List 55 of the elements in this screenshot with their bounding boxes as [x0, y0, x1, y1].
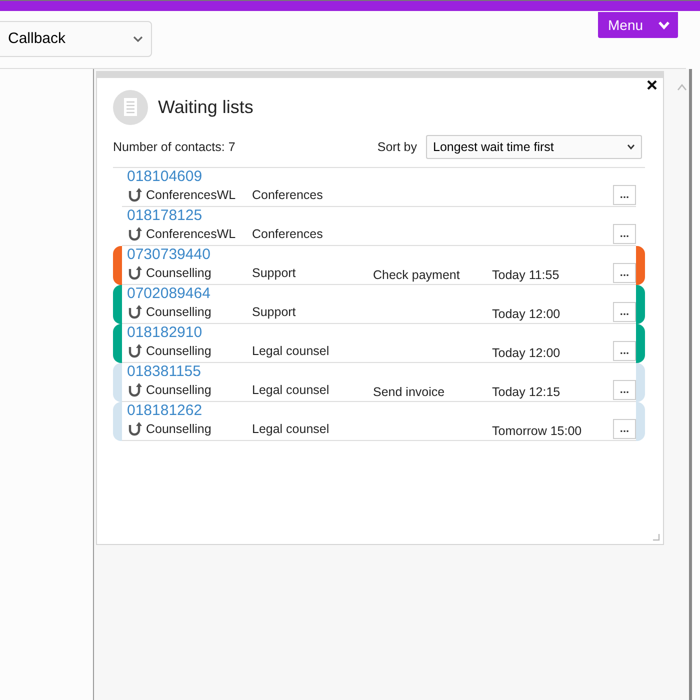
queue-name: ConferencesWL	[146, 226, 237, 243]
category-text: Support	[252, 264, 297, 282]
category-text: Legal counsel	[252, 342, 330, 360]
chevron-down-icon	[133, 36, 143, 42]
chevron-down-icon	[627, 144, 635, 150]
return-arrow-icon	[127, 383, 142, 397]
time-text: Today 12:15	[492, 384, 560, 401]
more-button[interactable]: ...	[613, 380, 636, 400]
close-button[interactable]	[647, 80, 657, 90]
category-text: Legal counsel	[252, 420, 330, 438]
return-arrow-icon	[127, 266, 142, 280]
more-button[interactable]: ...	[613, 419, 636, 439]
queue-name: Counselling	[146, 342, 212, 360]
resize-grip-icon	[653, 534, 660, 541]
panel-title: Waiting lists	[158, 96, 254, 119]
contact-number-link[interactable]: 018178125	[127, 207, 202, 225]
contact-number-link[interactable]: 018181262	[127, 402, 202, 420]
return-arrow-icon	[127, 422, 142, 436]
contact-number-link[interactable]: 018104609	[127, 168, 202, 186]
time-text: Tomorrow 15:00	[492, 423, 582, 440]
document-icon	[113, 90, 148, 125]
return-arrow-icon	[127, 188, 142, 202]
category-text: Conferences	[252, 226, 324, 243]
chevron-down-icon	[658, 20, 670, 30]
return-arrow-icon	[127, 344, 142, 358]
time-text: Today 11:55	[492, 267, 560, 284]
menu-button[interactable]: Menu	[598, 12, 678, 38]
contact-count: Number of contacts: 7	[113, 138, 236, 156]
more-button[interactable]: ...	[613, 224, 636, 244]
more-button[interactable]: ...	[613, 263, 636, 283]
queue-name: Counselling	[146, 382, 212, 399]
sort-label: Sort by	[377, 138, 417, 156]
note-text: Check payment	[373, 267, 460, 284]
category-text: Support	[252, 304, 297, 321]
time-text: Today 12:00	[492, 345, 560, 362]
close-icon	[647, 80, 657, 90]
category-text: Legal counsel	[252, 382, 330, 399]
contact-number-link[interactable]: 0702089464	[127, 285, 210, 303]
more-button[interactable]: ...	[613, 185, 636, 205]
contact-number-link[interactable]: 018381155	[127, 363, 201, 381]
time-text: Today 12:00	[492, 306, 560, 323]
more-button[interactable]: ...	[613, 341, 636, 361]
queue-name: Counselling	[146, 264, 212, 282]
note-text: Send invoice	[373, 384, 445, 401]
callback-dropdown[interactable]: Callback	[0, 21, 152, 57]
return-arrow-icon	[127, 227, 142, 241]
queue-name: ConferencesWL	[146, 186, 237, 204]
queue-name: Counselling	[146, 304, 212, 321]
category-text: Conferences	[252, 186, 324, 204]
queue-name: Counselling	[146, 420, 212, 438]
more-button[interactable]: ...	[613, 302, 636, 322]
return-arrow-icon	[127, 305, 142, 319]
sort-dropdown[interactable]: Longest wait time first	[426, 135, 642, 159]
contact-number-link[interactable]: 0730739440	[127, 246, 210, 264]
contact-number-link[interactable]: 018182910	[127, 324, 202, 342]
